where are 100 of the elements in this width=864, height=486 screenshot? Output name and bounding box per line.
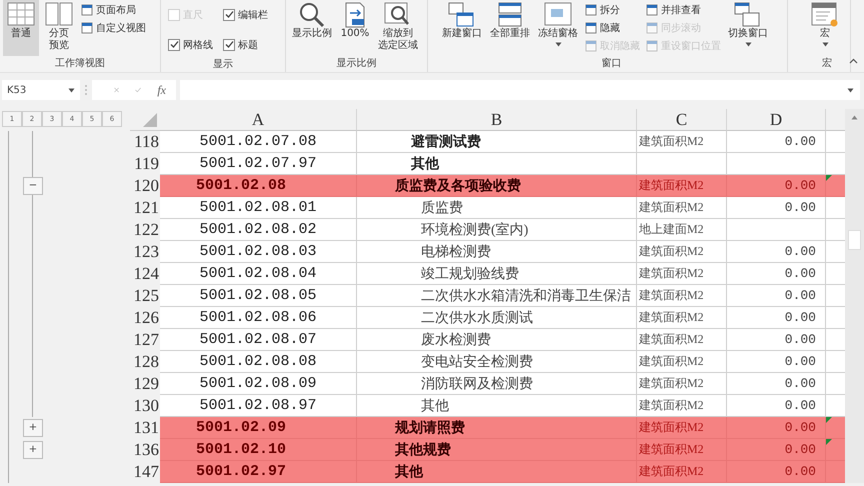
row-header[interactable]: 121 xyxy=(130,197,160,219)
table-cell: 建筑面积M2 xyxy=(637,329,727,351)
table-cell: 建筑面积M2 xyxy=(637,373,727,395)
expand-icon xyxy=(847,88,854,92)
table-cell: 质监费 xyxy=(357,197,637,219)
ribbon-button[interactable]: 并排查看 xyxy=(644,2,723,17)
row-header[interactable]: 127 xyxy=(130,329,160,351)
insert-function-button[interactable]: fx xyxy=(157,82,166,98)
table-cell: 0.00 xyxy=(727,373,826,395)
check-icon xyxy=(224,10,234,19)
expand-button[interactable]: + xyxy=(23,419,43,437)
table-cell xyxy=(826,241,845,263)
row-header[interactable]: 126 xyxy=(130,307,160,329)
group-label: 显示比例 xyxy=(336,58,378,71)
scroll-thumb[interactable] xyxy=(848,230,861,250)
row-header[interactable]: 131 xyxy=(130,417,160,439)
row-header[interactable]: 122 xyxy=(130,219,160,241)
ribbon-button[interactable]: 普通 xyxy=(3,0,39,56)
table-cell: 5001.02.08.08 xyxy=(160,351,357,373)
table-cell: 5001.02.08.07 xyxy=(160,329,357,351)
check-icon[interactable] xyxy=(135,85,142,95)
table-cell: 0.00 xyxy=(727,461,826,483)
table-cell xyxy=(826,285,845,307)
checkbox[interactable]: 编辑栏 xyxy=(223,6,268,23)
row-header[interactable]: 119 xyxy=(130,153,160,175)
column-header[interactable]: D xyxy=(727,109,826,131)
name-box[interactable]: K53 xyxy=(2,80,80,100)
table-cell: 5001.02.07.08 xyxy=(160,131,357,153)
group-label: 工作簿视图 xyxy=(54,58,106,71)
scroll-up-icon xyxy=(851,115,858,120)
window-icon xyxy=(585,22,597,34)
window-icon xyxy=(646,22,658,34)
table-cell: 5001.02.10 xyxy=(160,439,357,461)
column-header[interactable]: C xyxy=(637,109,727,131)
table-cell: 0.00 xyxy=(727,263,826,285)
checkbox[interactable]: 网格线 xyxy=(168,36,213,53)
group-label: 显示 xyxy=(212,59,234,72)
table-cell xyxy=(826,395,845,417)
table-cell: 5001.02.08.03 xyxy=(160,241,357,263)
row-header[interactable]: 136 xyxy=(130,439,160,461)
row-header[interactable]: 147 xyxy=(130,461,160,483)
row-header[interactable]: 125 xyxy=(130,285,160,307)
ribbon-button[interactable]: 冻结窗格 xyxy=(535,0,581,48)
grid-icon xyxy=(6,1,36,28)
table-cell: 0.00 xyxy=(727,175,826,197)
row-header[interactable]: 124 xyxy=(130,263,160,285)
table-cell: 0.00 xyxy=(727,395,826,417)
row-header[interactable]: 130 xyxy=(130,395,160,417)
table-cell: 消防联网及检测费 xyxy=(357,373,637,395)
table-cell: 5001.02.08.06 xyxy=(160,307,357,329)
table-cell: 建筑面积M2 xyxy=(637,395,727,417)
table-cell: 5001.02.08.09 xyxy=(160,373,357,395)
table-cell: 二次供水水质测试 xyxy=(357,307,637,329)
row-header[interactable]: 120 xyxy=(130,175,160,197)
table-cell: 0.00 xyxy=(727,131,826,153)
table-cell: 5001.02.07.97 xyxy=(160,153,357,175)
formula-input[interactable] xyxy=(180,80,860,100)
ribbon-button[interactable]: 缩放到 选定区域 xyxy=(375,0,421,53)
ribbon-button[interactable]: 页面布局 xyxy=(79,2,148,17)
collapse-icon[interactable] xyxy=(849,58,858,64)
row-header[interactable]: 129 xyxy=(130,373,160,395)
table-cell: 其他 xyxy=(357,153,637,175)
table-cell: 5001.02.08.04 xyxy=(160,263,357,285)
cancel-icon[interactable] xyxy=(114,85,120,95)
table-cell xyxy=(826,263,845,285)
table-cell: 0.00 xyxy=(727,329,826,351)
row-header[interactable]: 118 xyxy=(130,131,160,153)
ribbon-button[interactable]: 自定义视图 xyxy=(79,20,148,35)
expand-button[interactable]: + xyxy=(23,441,43,459)
table-cell: 5001.02.08.05 xyxy=(160,285,357,307)
window-icon xyxy=(646,40,658,52)
window-icon xyxy=(585,4,597,16)
ribbon-button[interactable]: 宏 xyxy=(807,0,843,48)
ribbon-button[interactable]: 新建窗口 xyxy=(439,0,485,41)
table-cell: 变电站安全检测费 xyxy=(357,351,637,373)
ribbon-button[interactable]: 隐藏 xyxy=(583,20,642,35)
ribbon-button[interactable]: 切换窗口 xyxy=(725,0,771,48)
ribbon-button[interactable]: 分页 预览 xyxy=(41,0,77,53)
table-cell: 其他 xyxy=(357,461,637,483)
checkbox[interactable]: 标题 xyxy=(223,36,268,53)
table-cell: 建筑面积M2 xyxy=(637,131,727,153)
window-icon xyxy=(585,40,597,52)
ribbon-button[interactable]: 100% xyxy=(337,0,373,41)
ribbon-button[interactable]: 显示比例 xyxy=(289,0,335,41)
table-cell: 规划请照费 xyxy=(357,417,637,439)
column-header[interactable]: B xyxy=(357,109,637,131)
table-cell: 0.00 xyxy=(727,307,826,329)
column-header[interactable]: A xyxy=(160,109,357,131)
window-icon xyxy=(81,22,93,34)
scrollbar[interactable] xyxy=(845,109,864,483)
collapse-button[interactable]: − xyxy=(23,177,43,195)
row-header[interactable]: 123 xyxy=(130,241,160,263)
table-cell xyxy=(826,153,845,175)
ribbon-button[interactable]: 拆分 xyxy=(583,2,642,17)
table-cell: 建筑面积M2 xyxy=(637,175,727,197)
window-icon xyxy=(646,4,658,16)
ribbon-button[interactable]: 全部重排 xyxy=(487,0,533,41)
table-cell: 废水检测费 xyxy=(357,329,637,351)
row-header[interactable]: 128 xyxy=(130,351,160,373)
window-icon xyxy=(81,4,93,16)
